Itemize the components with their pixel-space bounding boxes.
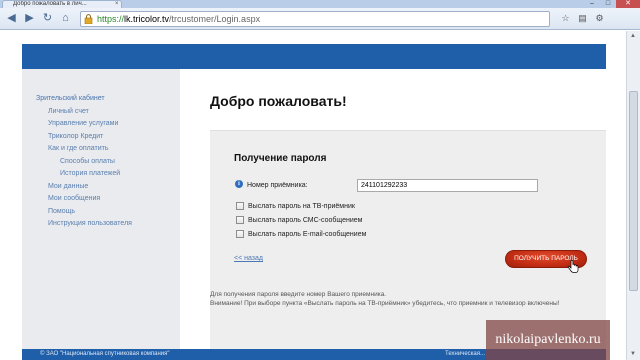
sms-checkbox[interactable]: [236, 216, 244, 224]
option-email[interactable]: Выслать пароль E-mail-сообщением: [236, 230, 366, 238]
sidebar-item-messages[interactable]: Мои сообщения: [22, 193, 180, 206]
minimize-icon[interactable]: –: [584, 0, 600, 8]
sidebar: Зрительский кабинет Личный счет Управлен…: [22, 69, 180, 349]
tv-receiver-label: Выслать пароль на ТВ-приёмник: [248, 202, 355, 210]
sidebar-item-credit[interactable]: Триколор Кредит: [22, 131, 180, 144]
address-bar[interactable]: https://lk.tricolor.tv/trcustomer/Login.…: [80, 11, 550, 27]
hand-cursor-icon: [567, 260, 579, 273]
maximize-icon[interactable]: □: [600, 0, 616, 8]
sidebar-item-account[interactable]: Личный счет: [22, 106, 180, 119]
page-title: Добро пожаловать!: [210, 93, 347, 109]
info-icon[interactable]: i: [235, 180, 243, 188]
url-scheme: https://: [97, 14, 125, 24]
sidebar-item-cabinet[interactable]: Зрительский кабинет: [22, 93, 180, 106]
forward-arrow-icon[interactable]: ▶: [22, 11, 37, 26]
receiver-number-label: Номер приёмника:: [247, 182, 308, 189]
watermark: nikolaipavlenko.ru: [486, 320, 610, 360]
tv-receiver-checkbox[interactable]: [236, 202, 244, 210]
note-warning: Внимание! При выборе пункта «Выслать пар…: [210, 300, 560, 307]
bookmark-star-icon[interactable]: ☆: [560, 13, 571, 24]
email-checkbox[interactable]: [236, 230, 244, 238]
form-heading: Получение пароля: [234, 153, 327, 164]
sidebar-item-help[interactable]: Помощь: [22, 206, 180, 219]
note-instruction: Для получения пароля введите номер Вашег…: [210, 291, 387, 298]
tab-close-icon[interactable]: ×: [115, 1, 119, 8]
option-tv-receiver[interactable]: Выслать пароль на ТВ-приёмник: [236, 202, 355, 210]
scroll-thumb[interactable]: [629, 91, 638, 291]
toolbar-icons: ☆ ▤ ⚙: [560, 13, 605, 24]
browser-toolbar: ◀ ▶ ↻ ⌂ https://lk.tricolor.tv/trcustome…: [0, 8, 640, 30]
vertical-scrollbar[interactable]: ▲ ▼: [626, 31, 640, 360]
email-label: Выслать пароль E-mail-сообщением: [248, 230, 367, 238]
browser-tab[interactable]: Добро пожаловать в лич... ×: [2, 0, 122, 8]
url-host: lk.tricolor.tv: [124, 14, 170, 24]
page-icon[interactable]: ▤: [577, 13, 588, 24]
home-icon[interactable]: ⌂: [58, 11, 73, 26]
footer-copyright: © ЗАО "Национальная спутниковая компания…: [40, 351, 170, 357]
back-link[interactable]: << назад: [234, 255, 263, 262]
sidebar-item-user-guide[interactable]: Инструкция пользователя: [22, 218, 180, 231]
window-controls: – □ ✕: [584, 0, 640, 8]
sidebar-item-payment-methods[interactable]: Способы оплаты: [22, 156, 180, 169]
back-arrow-icon[interactable]: ◀: [4, 11, 19, 26]
scroll-up-icon[interactable]: ▲: [630, 33, 636, 39]
option-sms[interactable]: Выслать пароль СМС-сообщением: [236, 216, 362, 224]
receiver-number-input[interactable]: [357, 179, 538, 192]
reload-icon[interactable]: ↻: [40, 11, 55, 26]
scroll-down-icon[interactable]: ▼: [630, 351, 636, 357]
tab-title: Добро пожаловать в лич...: [13, 1, 87, 7]
sidebar-item-services[interactable]: Управление услугами: [22, 118, 180, 131]
browser-titlebar: Добро пожаловать в лич... × – □ ✕: [0, 0, 640, 8]
site-header: [22, 44, 606, 69]
main-content: Добро пожаловать! Получение пароля i Ном…: [180, 69, 606, 351]
tools-icon[interactable]: ⚙: [594, 13, 605, 24]
url-path: /trcustomer/Login.aspx: [169, 14, 261, 24]
sidebar-item-how-to-pay[interactable]: Как и где оплатить: [22, 143, 180, 156]
close-window-icon[interactable]: ✕: [616, 0, 640, 8]
sidebar-item-payment-history[interactable]: История платежей: [22, 168, 180, 181]
sidebar-item-my-data[interactable]: Мои данные: [22, 181, 180, 194]
lock-icon: [84, 14, 93, 24]
footer-support[interactable]: Техническая...: [445, 351, 485, 357]
sms-label: Выслать пароль СМС-сообщением: [248, 216, 363, 224]
password-form-panel: Получение пароля i Номер приёмника: Высл…: [210, 130, 606, 351]
